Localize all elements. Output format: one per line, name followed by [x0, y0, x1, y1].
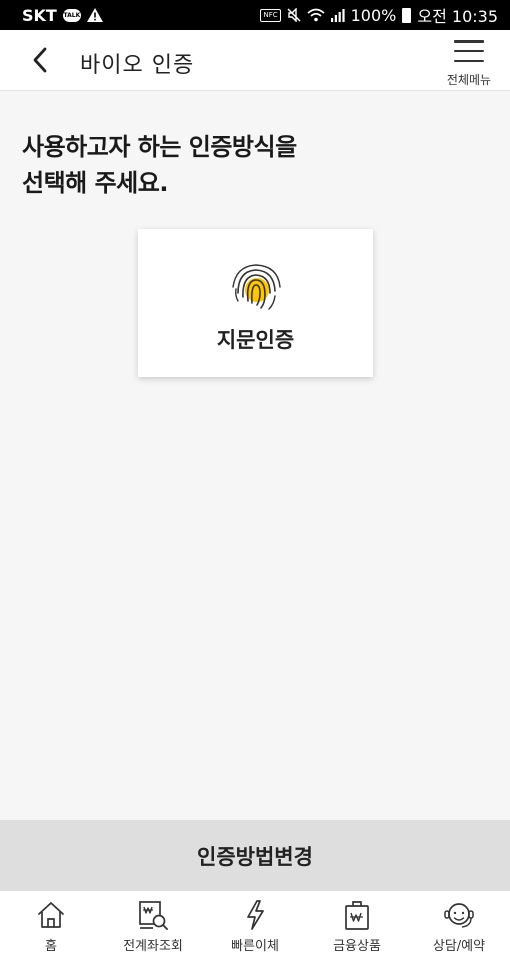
- headset-icon: [442, 898, 476, 932]
- fingerprint-auth-card[interactable]: 지문인증: [138, 229, 373, 377]
- nav-item-products[interactable]: 금융상품: [306, 891, 408, 960]
- nav-label-products: 금융상품: [333, 939, 381, 954]
- nav-item-accounts[interactable]: 전계좌조회: [102, 891, 204, 960]
- back-button[interactable]: [24, 44, 56, 76]
- status-bar: SKT TALK NFC 100% 오전 10:35: [0, 0, 510, 30]
- signal-icon: [330, 8, 345, 22]
- hamburger-icon: [454, 40, 484, 62]
- mute-icon: [287, 8, 301, 22]
- full-menu-label: 전체메뉴: [446, 73, 492, 87]
- battery-percent: 100%: [350, 5, 397, 25]
- nav-label-home: 홈: [45, 939, 57, 954]
- nav-item-consult[interactable]: 상담/예약: [408, 891, 510, 960]
- lightning-icon: [238, 898, 272, 932]
- full-menu-button[interactable]: 전체메뉴: [442, 38, 496, 88]
- app-header: 바이오 인증 전체메뉴: [0, 30, 510, 91]
- home-icon: [34, 898, 68, 932]
- chevron-left-icon: [33, 47, 47, 73]
- wifi-icon: [307, 8, 325, 22]
- nav-label-consult: 상담/예약: [432, 939, 486, 954]
- clock: 오전 10:35: [417, 7, 498, 26]
- bottom-navigation: 홈 전계좌조회 빠른이체 금융상품 상담/예약: [0, 891, 510, 960]
- carrier-label: SKT: [22, 5, 57, 25]
- warning-icon: [86, 8, 103, 22]
- nfc-icon: NFC: [260, 8, 281, 22]
- battery-icon: [402, 7, 412, 23]
- nav-label-quick-transfer: 빠른이체: [231, 939, 279, 954]
- nav-item-home[interactable]: 홈: [0, 891, 102, 960]
- main-content: 사용하고자 하는 인증방식을 선택해 주세요. 지문인증: [0, 91, 510, 820]
- status-left: SKT TALK: [22, 6, 103, 25]
- talk-icon: TALK: [62, 8, 81, 22]
- change-auth-method-button[interactable]: 인증방법변경: [0, 820, 510, 891]
- nav-item-quick-transfer[interactable]: 빠른이체: [204, 891, 306, 960]
- heading-line-1: 사용하고자 하는 인증방식을: [22, 133, 297, 161]
- status-right: NFC 100% 오전 10:35: [260, 3, 498, 27]
- nav-label-accounts: 전계좌조회: [123, 939, 183, 954]
- bag-icon: [340, 898, 374, 932]
- fingerprint-icon: [232, 264, 281, 310]
- account-search-icon: [136, 898, 170, 932]
- instruction-heading: 사용하고자 하는 인증방식을 선택해 주세요.: [22, 129, 297, 201]
- fingerprint-auth-label: 지문인증: [216, 328, 295, 352]
- page-title: 바이오 인증: [80, 53, 195, 78]
- heading-line-2: 선택해 주세요.: [22, 169, 168, 197]
